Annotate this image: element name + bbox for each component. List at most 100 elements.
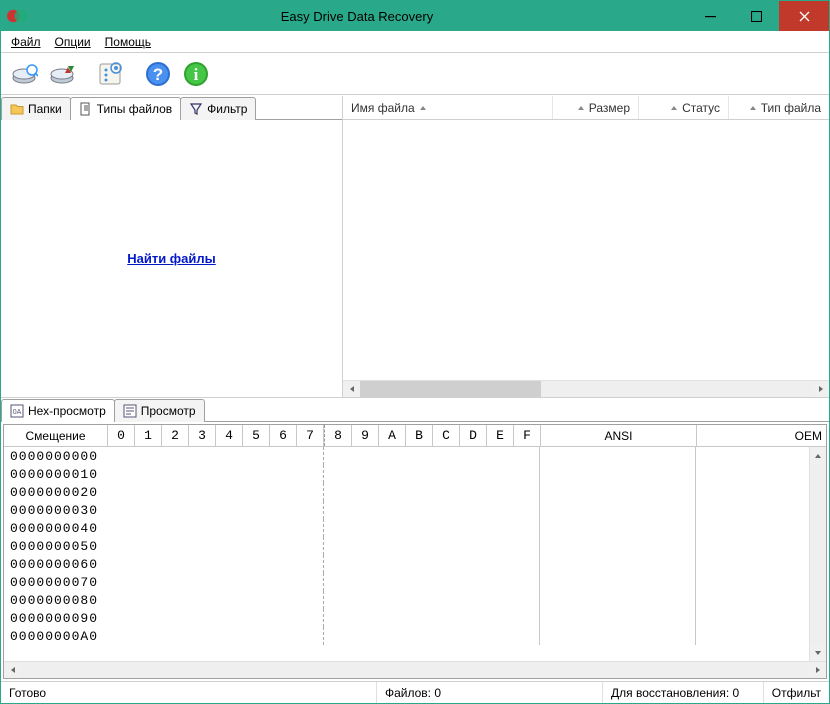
hex-row: 0000000060 (4, 555, 809, 573)
filter-icon (189, 102, 203, 116)
hex-col-offset[interactable]: Смещение (4, 425, 108, 446)
hex-col-byte[interactable]: 1 (135, 425, 162, 446)
hex-hscroll[interactable] (4, 661, 826, 678)
svg-text:?: ? (153, 65, 163, 84)
hex-bytes (108, 627, 324, 645)
hex-offset: 0000000050 (4, 537, 108, 555)
hex-col-byte[interactable]: 7 (297, 425, 324, 446)
hex-row: 00000000A0 (4, 627, 809, 645)
scroll-thumb[interactable] (360, 381, 541, 397)
hex-row: 0000000030 (4, 501, 809, 519)
hex-col-byte[interactable]: 8 (325, 425, 352, 446)
tab-file-types-label: Типы файлов (97, 102, 172, 116)
hex-bytes (324, 627, 540, 645)
sort-asc-icon (419, 104, 427, 112)
hex-col-byte[interactable]: 4 (216, 425, 243, 446)
hex-col-byte[interactable]: F (514, 425, 541, 446)
minimize-button[interactable] (687, 1, 733, 31)
hex-col-byte[interactable]: B (406, 425, 433, 446)
column-status[interactable]: Статус (639, 96, 729, 119)
hex-col-byte[interactable]: D (460, 425, 487, 446)
hex-col-byte[interactable]: E (487, 425, 514, 446)
maximize-button[interactable] (733, 1, 779, 31)
tab-folders[interactable]: Папки (1, 97, 71, 120)
info-button[interactable]: i (179, 57, 213, 91)
hex-bytes (108, 465, 324, 483)
hex-oem (696, 573, 809, 591)
close-button[interactable] (779, 1, 829, 31)
tab-file-types[interactable]: Типы файлов (70, 97, 181, 120)
hex-col-byte[interactable]: A (379, 425, 406, 446)
hex-ansi (540, 627, 696, 645)
hex-oem (696, 555, 809, 573)
hex-oem (696, 501, 809, 519)
hex-bytes (108, 483, 324, 501)
hex-col-byte[interactable]: 5 (243, 425, 270, 446)
hex-offset: 0000000040 (4, 519, 108, 537)
svg-text:0A: 0A (13, 409, 22, 416)
tab-filter[interactable]: Фильтр (180, 97, 256, 120)
hex-body[interactable]: 0000000000000000001000000000200000000030… (4, 447, 809, 661)
hex-bytes (108, 591, 324, 609)
hex-bytes (324, 609, 540, 627)
hex-oem (696, 591, 809, 609)
hex-bytes (324, 465, 540, 483)
title-bar[interactable]: Easy Drive Data Recovery (1, 1, 829, 31)
sort-asc-icon (670, 104, 678, 112)
hex-ansi (540, 501, 696, 519)
scan-drive-button[interactable] (7, 57, 41, 91)
scroll-right-icon[interactable] (812, 381, 829, 397)
hex-col-ansi[interactable]: ANSI (541, 425, 697, 446)
hex-col-oem[interactable]: OEM (697, 425, 826, 446)
scroll-left-icon[interactable] (4, 662, 21, 678)
upper-panes: Папки Типы файлов Фильтр Найти файлы (1, 96, 829, 398)
hex-ansi (540, 573, 696, 591)
hex-col-byte[interactable]: 9 (352, 425, 379, 446)
hex-oem (696, 447, 809, 465)
find-files-link[interactable]: Найти файлы (127, 251, 216, 266)
help-button[interactable]: ? (141, 57, 175, 91)
file-list-hscroll[interactable] (343, 380, 829, 397)
hex-row: 0000000090 (4, 609, 809, 627)
hex-col-byte[interactable]: 0 (108, 425, 135, 446)
tab-hex-label: Нех-просмотр (28, 404, 106, 418)
menu-file[interactable]: Файл (5, 33, 47, 51)
menu-options[interactable]: Опции (49, 33, 97, 51)
scroll-down-icon[interactable] (810, 644, 826, 661)
toolbar: ? i (1, 53, 829, 95)
hex-offset: 00000000A0 (4, 627, 108, 645)
hex-vscroll[interactable] (809, 447, 826, 661)
lower-tabs: 0A Нех-просмотр Просмотр (1, 398, 829, 422)
tab-hex-view[interactable]: 0A Нех-просмотр (1, 399, 115, 422)
status-filter: Отфильт (764, 682, 829, 703)
tab-filter-label: Фильтр (207, 102, 247, 116)
menu-help[interactable]: Помощь (99, 33, 157, 51)
hex-col-byte[interactable]: 2 (162, 425, 189, 446)
recover-button[interactable] (45, 57, 79, 91)
hex-viewer: Смещение 0123456789ABCDEF ANSI OEM 00000… (3, 424, 827, 679)
folder-icon (10, 102, 24, 116)
column-size[interactable]: Размер (553, 96, 639, 119)
column-name[interactable]: Имя файла (343, 96, 553, 119)
hex-ansi (540, 465, 696, 483)
scroll-left-icon[interactable] (343, 381, 360, 397)
sort-asc-icon (749, 104, 757, 112)
file-list-body[interactable] (343, 120, 829, 380)
scroll-track[interactable] (810, 464, 826, 644)
hex-bytes (324, 447, 540, 465)
scroll-track[interactable] (360, 381, 812, 397)
hex-col-byte[interactable]: 3 (189, 425, 216, 446)
scroll-up-icon[interactable] (810, 447, 826, 464)
hex-bytes (324, 501, 540, 519)
tab-preview[interactable]: Просмотр (114, 399, 205, 422)
hex-col-byte[interactable]: C (433, 425, 460, 446)
column-type[interactable]: Тип файла (729, 96, 829, 119)
window-title: Easy Drive Data Recovery (27, 9, 687, 24)
settings-button[interactable] (93, 57, 127, 91)
scroll-right-icon[interactable] (809, 662, 826, 678)
hex-col-byte[interactable]: 6 (270, 425, 297, 446)
scroll-track[interactable] (21, 662, 809, 678)
status-files: Файлов: 0 (377, 682, 603, 703)
lower-pane: 0A Нех-просмотр Просмотр Смещение 012345… (1, 398, 829, 681)
hex-oem (696, 609, 809, 627)
